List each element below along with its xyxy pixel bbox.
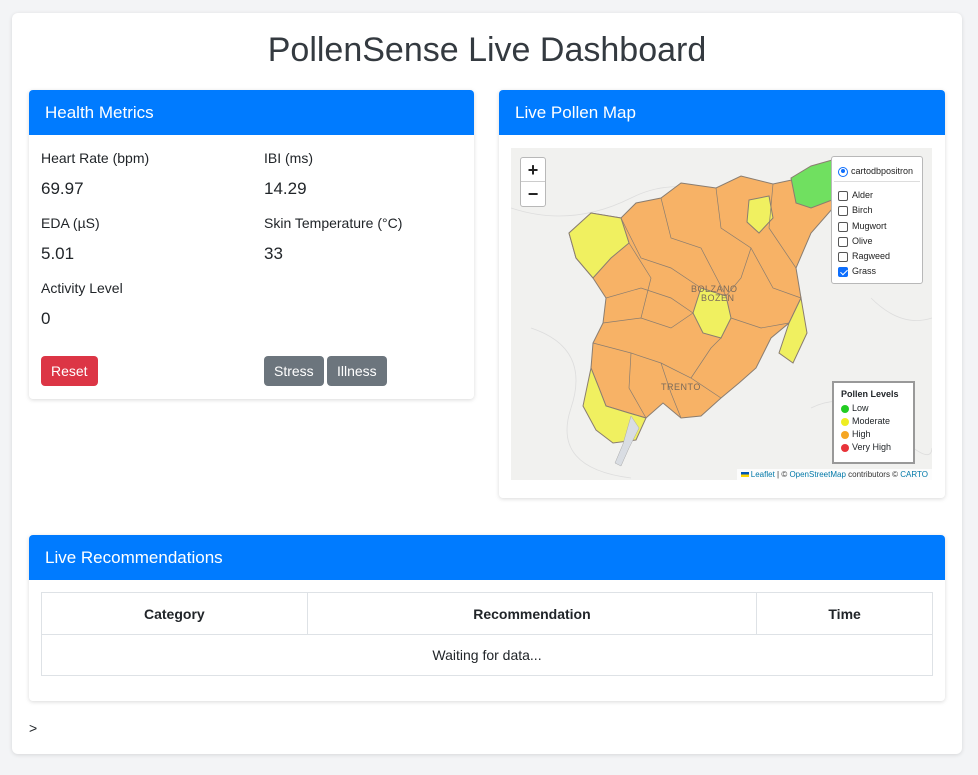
table-header-row: Category Recommendation Time (41, 592, 933, 635)
legend-item-high: High (841, 428, 906, 441)
legend-item-very-high: Very High (841, 441, 906, 454)
checkbox-icon (838, 221, 848, 232)
eda-value: 5.01 (41, 244, 75, 263)
layer-divider (834, 181, 920, 182)
map-label-trento: TRENTO (661, 382, 701, 392)
overlay-label: Grass (852, 266, 877, 276)
empty-state-text: Waiting for data... (41, 634, 933, 676)
attribution-text: contributors © (845, 470, 901, 479)
recommendations-card: Live Recommendations Category Recommenda… (29, 535, 945, 701)
checkbox-icon (838, 190, 848, 201)
column-header-recommendation: Recommendation (306, 592, 758, 635)
overlay-grass[interactable]: Grass (838, 265, 876, 277)
base-layer-option[interactable]: cartodbpositron (838, 165, 913, 177)
checkbox-icon (838, 205, 848, 216)
recommendations-header: Live Recommendations (29, 535, 945, 580)
radio-icon (838, 166, 848, 177)
heart-rate-label: Heart Rate (bpm) (41, 150, 150, 166)
legend-dot-very-high (841, 443, 849, 452)
column-header-category: Category (41, 592, 308, 635)
openstreetmap-link[interactable]: OpenStreetMap (789, 470, 845, 479)
zoom-in-button[interactable]: + (521, 158, 545, 182)
illness-button[interactable]: Illness (327, 356, 387, 386)
legend-label: Low (852, 403, 869, 413)
pollen-map-header: Live Pollen Map (499, 90, 945, 135)
activity-level-value: 0 (41, 309, 51, 328)
heart-rate-value: 69.97 (41, 179, 84, 198)
pollen-legend: Pollen Levels Low Moderate High Very Hig… (832, 381, 915, 464)
column-header-time: Time (756, 592, 933, 635)
legend-title: Pollen Levels (841, 389, 899, 399)
map-label-bozen: BOZEN (701, 293, 735, 303)
checkbox-checked-icon (838, 266, 848, 277)
recommendations-table: Category Recommendation Time Waiting for… (41, 592, 933, 676)
overlay-label: Birch (852, 205, 873, 215)
overlay-ragweed[interactable]: Ragweed (838, 250, 890, 262)
overlay-label: Mugwort (852, 221, 887, 231)
legend-label: High (852, 429, 871, 439)
leaflet-link[interactable]: Leaflet (751, 470, 775, 479)
dashboard-page: PollenSense Live Dashboard Health Metric… (12, 13, 962, 754)
overlay-alder[interactable]: Alder (838, 189, 873, 201)
legend-label: Very High (852, 442, 892, 452)
overlay-olive[interactable]: Olive (838, 235, 873, 247)
pollen-map[interactable]: BOLZANO BOZEN TRENTO + − cartodbpositron… (511, 148, 932, 480)
table-row: Waiting for data... (41, 634, 933, 676)
legend-dot-high (841, 430, 849, 439)
activity-level-label: Activity Level (41, 280, 123, 296)
overlay-birch[interactable]: Birch (838, 204, 873, 216)
ibi-value: 14.29 (264, 179, 307, 198)
ibi-label: IBI (ms) (264, 150, 313, 166)
zoom-control: + − (520, 157, 546, 207)
checkbox-icon (838, 236, 848, 247)
overlay-label: Olive (852, 236, 873, 246)
page-title: PollenSense Live Dashboard (267, 31, 707, 69)
eda-label: EDA (µS) (41, 215, 100, 231)
health-metrics-card: Health Metrics Heart Rate (bpm) 69.97 IB… (29, 90, 474, 399)
footer-prompt: > (29, 720, 38, 736)
skin-temperature-label: Skin Temperature (°C) (264, 215, 403, 231)
overlay-label: Alder (852, 190, 874, 200)
legend-item-moderate: Moderate (841, 415, 906, 428)
overlay-label: Ragweed (852, 251, 891, 261)
legend-label: Moderate (852, 416, 891, 426)
health-metrics-header: Health Metrics (29, 90, 474, 135)
overlay-mugwort[interactable]: Mugwort (838, 220, 887, 232)
skin-temperature-value: 33 (264, 244, 283, 263)
pollen-map-card: Live Pollen Map BOLZANO BOZEN TRENTO + −… (499, 90, 945, 498)
layer-control: cartodbpositron Alder Birch Mugwort Oliv… (831, 156, 923, 284)
map-attribution: Leaflet | © OpenStreetMap contributors ©… (736, 469, 932, 480)
attribution-separator: | © (774, 470, 790, 479)
ukraine-flag-icon (740, 472, 749, 478)
legend-dot-low (841, 404, 849, 413)
carto-link[interactable]: CARTO (900, 470, 928, 479)
region-low (790, 159, 833, 209)
base-layer-label: cartodbpositron (851, 166, 914, 176)
checkbox-icon (838, 251, 848, 262)
reset-button[interactable]: Reset (41, 356, 98, 386)
zoom-out-button[interactable]: − (521, 182, 545, 206)
legend-item-low: Low (841, 402, 906, 415)
legend-dot-moderate (841, 417, 849, 426)
stress-button[interactable]: Stress (264, 356, 324, 386)
